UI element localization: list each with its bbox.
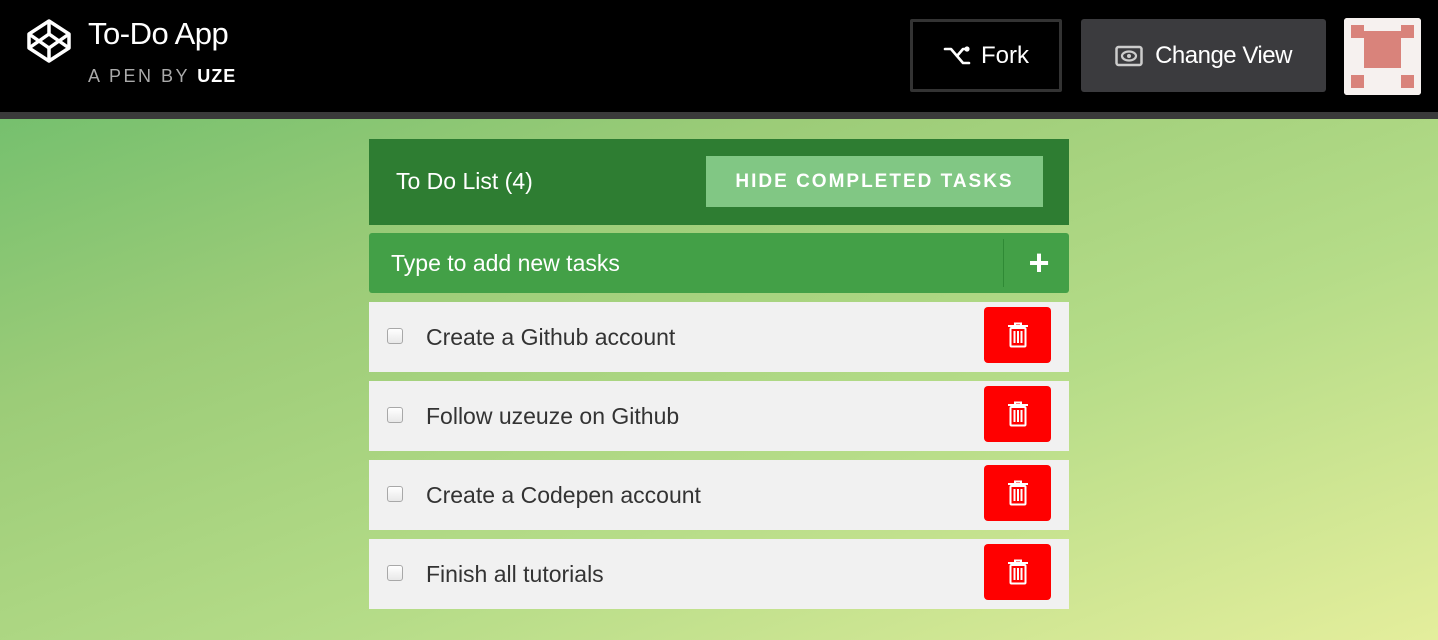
trash-icon bbox=[1007, 401, 1028, 427]
delete-task-button[interactable] bbox=[984, 544, 1051, 600]
list-item: Follow uzeuze on Github bbox=[369, 381, 1069, 451]
delete-task-button[interactable] bbox=[984, 386, 1051, 442]
list-item: Create a Github account bbox=[369, 302, 1069, 372]
add-task-row: + bbox=[369, 233, 1069, 293]
task-text: Follow uzeuze on Github bbox=[426, 403, 680, 429]
list-item: Finish all tutorials bbox=[369, 539, 1069, 609]
task-checkbox[interactable] bbox=[387, 565, 403, 581]
divider bbox=[1003, 239, 1004, 287]
task-text: Create a Github account bbox=[426, 324, 676, 350]
task-text: Finish all tutorials bbox=[426, 561, 604, 587]
delete-task-button[interactable] bbox=[984, 465, 1051, 521]
fork-label: Fork bbox=[981, 41, 1029, 69]
eye-icon bbox=[1115, 45, 1143, 66]
avatar[interactable] bbox=[1344, 18, 1421, 95]
todo-list-header: To Do List (4) HIDE COMPLETED TASKS bbox=[369, 139, 1069, 225]
task-text: Create a Codepen account bbox=[426, 482, 701, 508]
add-task-button[interactable]: + bbox=[1009, 233, 1069, 293]
trash-icon bbox=[1007, 559, 1028, 585]
task-checkbox[interactable] bbox=[387, 486, 403, 502]
hide-completed-button[interactable]: HIDE COMPLETED TASKS bbox=[706, 156, 1043, 207]
task-checkbox[interactable] bbox=[387, 407, 403, 423]
top-bar: To-Do App A PEN BY UZE Fork Change View bbox=[0, 0, 1438, 119]
author-link[interactable]: UZE bbox=[197, 66, 236, 86]
list-title: To Do List (4) bbox=[396, 168, 533, 194]
change-view-button[interactable]: Change View bbox=[1081, 19, 1326, 92]
fork-button[interactable]: Fork bbox=[910, 19, 1062, 92]
list-item: Create a Codepen account bbox=[369, 460, 1069, 530]
change-view-label: Change View bbox=[1155, 41, 1292, 69]
trash-icon bbox=[1007, 322, 1028, 348]
fork-icon bbox=[943, 45, 971, 64]
delete-task-button[interactable] bbox=[984, 307, 1051, 363]
codepen-logo-icon[interactable] bbox=[26, 18, 72, 64]
task-list: Create a Github account Follow uzeuze on… bbox=[369, 302, 1069, 618]
trash-icon bbox=[1007, 480, 1028, 506]
task-checkbox[interactable] bbox=[387, 328, 403, 344]
pen-by-label: A PEN BY bbox=[88, 66, 190, 86]
pen-author-line: A PEN BY UZE bbox=[88, 66, 236, 87]
new-task-input[interactable] bbox=[369, 233, 1003, 293]
app-title: To-Do App bbox=[88, 16, 229, 51]
